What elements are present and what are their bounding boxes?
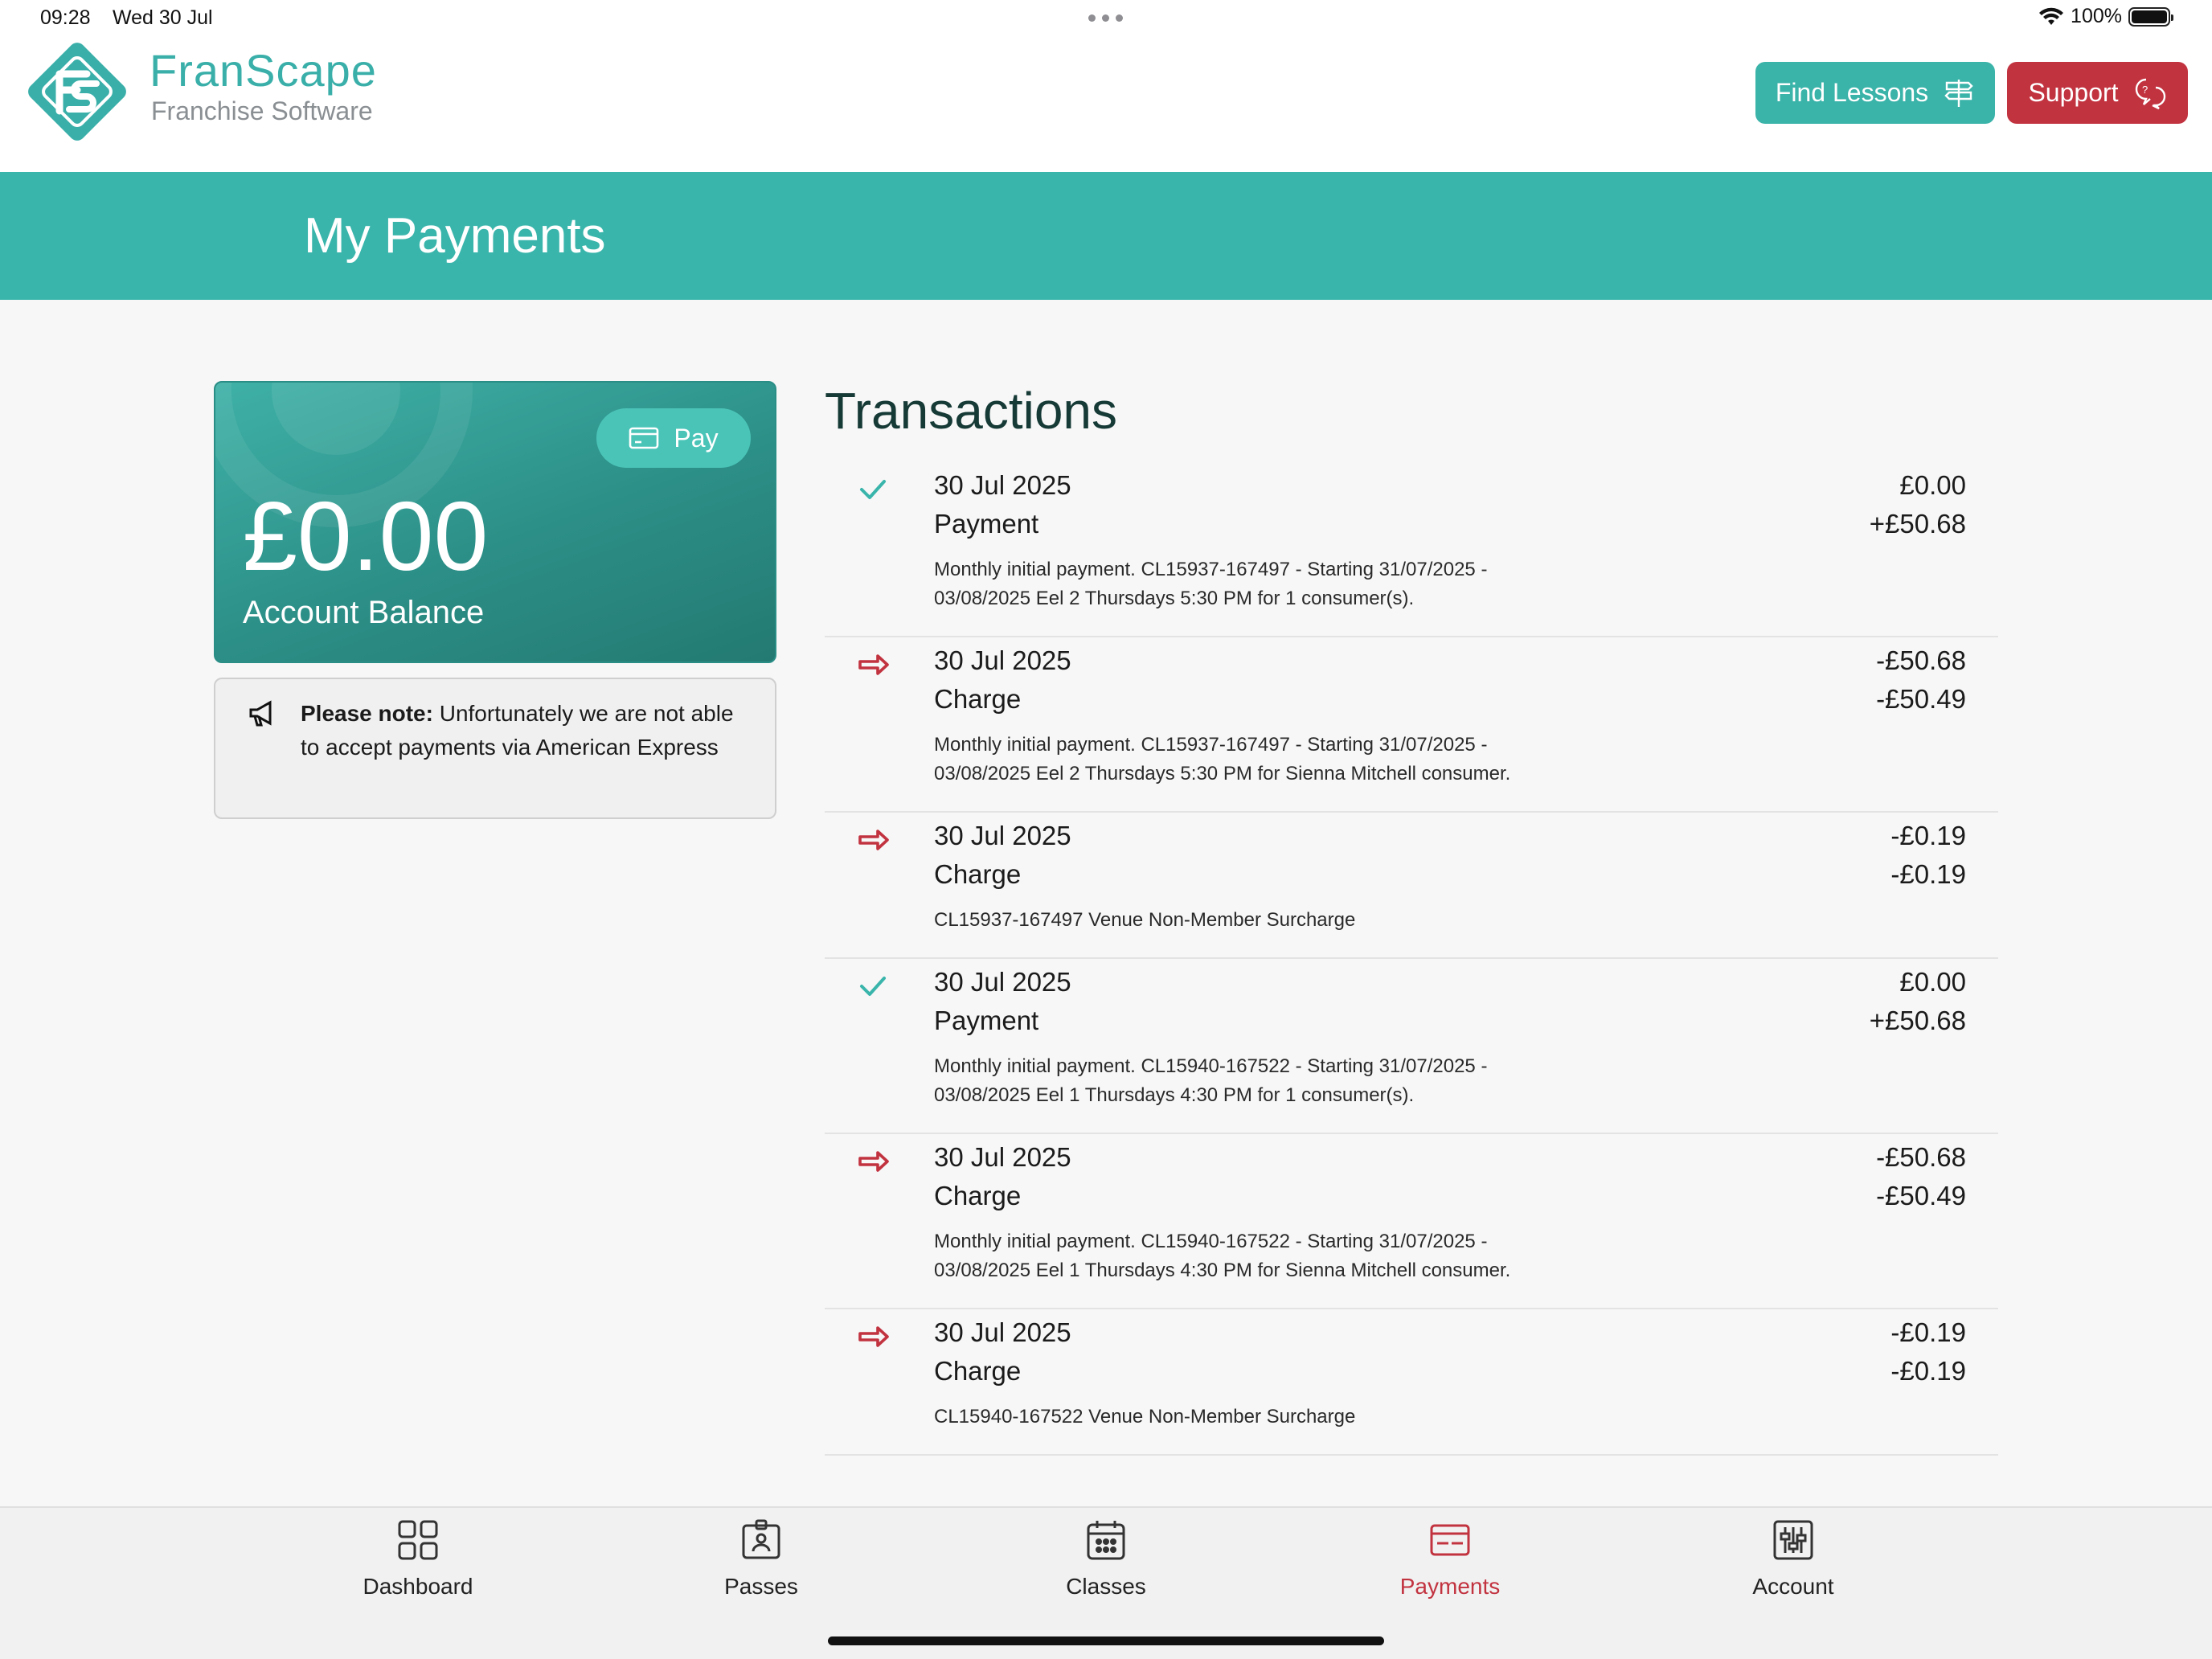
grid-icon: [398, 1520, 438, 1560]
arrow-right-icon: [858, 830, 889, 850]
transaction-change: -£50.49: [1876, 684, 1966, 714]
transaction-desc-line: Monthly initial payment. CL15940-167522 …: [934, 1231, 1488, 1252]
check-icon: [860, 480, 886, 499]
battery-icon: [2128, 6, 2173, 27]
brand-tagline: Franchise Software: [151, 96, 373, 125]
arrow-right-icon: [858, 1326, 889, 1347]
tab-classes[interactable]: Classes: [1002, 1518, 1210, 1630]
transaction-date: 30 Jul 2025: [934, 821, 1071, 850]
transaction-type: Charge: [934, 684, 1022, 714]
transaction-amount: -£0.19: [1890, 821, 1966, 850]
check-icon: [860, 977, 886, 996]
transaction-amount: -£0.19: [1890, 1317, 1966, 1347]
transaction-description: Monthly initial payment. CL15940-167522 …: [934, 1052, 1577, 1110]
transaction-row[interactable]: 30 Jul 2025 Charge -£50.68 -£50.49 Month…: [825, 637, 1998, 813]
home-indicator[interactable]: [828, 1636, 1384, 1645]
notice-bold: Please note:: [301, 701, 433, 726]
transaction-desc-line: Monthly initial payment. CL15937-167497 …: [934, 559, 1488, 580]
transaction-type: Charge: [934, 1181, 1022, 1210]
transaction-change: +£50.68: [1869, 509, 1966, 539]
transaction-desc-line: 03/08/2025 Eel 2 Thursdays 5:30 PM for S…: [934, 763, 1511, 784]
franscape-logo-icon[interactable]: [23, 37, 132, 146]
arrow-right-icon: [858, 1151, 889, 1172]
payment-notice: Please note: Unfortunately we are not ab…: [214, 678, 776, 819]
transaction-change: -£50.49: [1876, 1181, 1966, 1210]
support-button[interactable]: Support ?: [2007, 62, 2188, 124]
transaction-description: Monthly initial payment. CL15937-167497 …: [934, 731, 1577, 789]
support-label: Support: [2028, 78, 2119, 107]
credit-card-icon: [629, 427, 659, 449]
transaction-desc-line: Monthly initial payment. CL15937-167497 …: [934, 734, 1488, 756]
status-indicators: 100%: [2038, 5, 2173, 28]
chat-help-icon: ?: [2135, 78, 2165, 109]
tab-payments-label: Payments: [1399, 1574, 1501, 1599]
balance-amount: £0.00: [243, 481, 489, 591]
transaction-amount: -£50.68: [1876, 645, 1966, 675]
transaction-desc-line: 03/08/2025 Eel 2 Thursdays 5:30 PM for 1…: [934, 588, 1415, 609]
tab-account[interactable]: Account: [1689, 1518, 1898, 1630]
signpost-icon: [1944, 79, 1973, 107]
tab-dashboard-label: Dashboard: [363, 1574, 473, 1599]
pay-button[interactable]: Pay: [596, 408, 751, 468]
find-lessons-label: Find Lessons: [1775, 78, 1929, 107]
transactions-title: Transactions: [825, 382, 1117, 440]
transaction-type: Charge: [934, 1356, 1022, 1386]
transaction-row[interactable]: 30 Jul 2025 Charge -£50.68 -£50.49 Month…: [825, 1134, 1998, 1309]
transaction-amount: £0.00: [1899, 470, 1966, 500]
tab-passes-label: Passes: [724, 1574, 798, 1599]
tab-account-label: Account: [1752, 1574, 1834, 1599]
id-badge-icon: [742, 1519, 780, 1559]
transaction-description: Monthly initial payment. CL15940-167522 …: [934, 1227, 1577, 1285]
transaction-desc-line: CL15940-167522 Venue Non-Member Surcharg…: [934, 1406, 1356, 1428]
page-banner: My Payments: [0, 172, 2212, 300]
page-title: My Payments: [304, 208, 606, 264]
transaction-desc-line: CL15937-167497 Venue Non-Member Surcharg…: [934, 909, 1356, 931]
multitask-dots-icon[interactable]: [1088, 14, 1124, 23]
transaction-date: 30 Jul 2025: [934, 645, 1071, 675]
battery-percent: 100%: [2071, 5, 2122, 27]
transaction-description: Monthly initial payment. CL15937-167497 …: [934, 555, 1577, 613]
sliders-icon: [1773, 1520, 1813, 1560]
svg-text:?: ?: [2142, 84, 2148, 96]
megaphone-icon: [249, 700, 272, 727]
calendar-icon: [1087, 1521, 1125, 1560]
tab-payments[interactable]: Payments: [1346, 1518, 1555, 1630]
transaction-type: Payment: [934, 1006, 1039, 1035]
pay-label: Pay: [674, 423, 719, 453]
wifi-icon: [2039, 7, 2064, 25]
transaction-amount: £0.00: [1899, 967, 1966, 997]
balance-card: Pay £0.00 Account Balance: [214, 381, 776, 663]
tab-dashboard[interactable]: Dashboard: [313, 1518, 522, 1630]
transaction-description: CL15940-167522 Venue Non-Member Surcharg…: [934, 1403, 1577, 1432]
transaction-type: Payment: [934, 509, 1039, 539]
brand-name: FranScape: [150, 45, 377, 96]
status-date: Wed 30 Jul: [113, 6, 213, 29]
transaction-date: 30 Jul 2025: [934, 1317, 1071, 1347]
tab-classes-label: Classes: [1066, 1574, 1146, 1599]
transaction-amount: -£50.68: [1876, 1142, 1966, 1172]
transaction-row[interactable]: 30 Jul 2025 Charge -£0.19 -£0.19 CL15937…: [825, 813, 1998, 959]
transaction-change: -£0.19: [1890, 859, 1966, 889]
status-time: 09:28: [40, 6, 91, 29]
transaction-row[interactable]: 30 Jul 2025 Payment £0.00 +£50.68 Monthl…: [825, 462, 1998, 637]
transaction-date: 30 Jul 2025: [934, 967, 1071, 997]
transaction-row[interactable]: 30 Jul 2025 Payment £0.00 +£50.68 Monthl…: [825, 959, 1998, 1134]
payment-card-icon: [1430, 1524, 1470, 1556]
transaction-date: 30 Jul 2025: [934, 1142, 1071, 1172]
arrow-right-icon: [858, 654, 889, 675]
transaction-type: Charge: [934, 859, 1022, 889]
transactions-list: 30 Jul 2025 Payment £0.00 +£50.68 Monthl…: [825, 462, 1998, 1456]
notice-text: Please note: Unfortunately we are not ab…: [301, 697, 751, 764]
transaction-row[interactable]: 30 Jul 2025 Charge -£0.19 -£0.19 CL15940…: [825, 1309, 1998, 1456]
transaction-desc-line: 03/08/2025 Eel 1 Thursdays 4:30 PM for 1…: [934, 1084, 1415, 1106]
transaction-date: 30 Jul 2025: [934, 470, 1071, 500]
transaction-change: -£0.19: [1890, 1356, 1966, 1386]
balance-label: Account Balance: [243, 595, 485, 630]
transaction-change: +£50.68: [1869, 1006, 1966, 1035]
transaction-description: CL15937-167497 Venue Non-Member Surcharg…: [934, 906, 1577, 935]
find-lessons-button[interactable]: Find Lessons: [1755, 62, 1995, 124]
transaction-desc-line: 03/08/2025 Eel 1 Thursdays 4:30 PM for S…: [934, 1260, 1511, 1281]
tab-passes[interactable]: Passes: [657, 1518, 866, 1630]
transaction-desc-line: Monthly initial payment. CL15940-167522 …: [934, 1055, 1488, 1077]
